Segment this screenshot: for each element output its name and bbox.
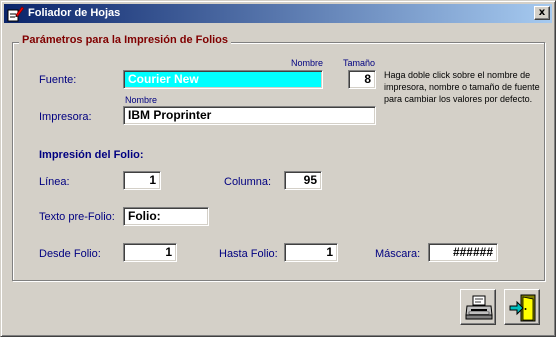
main-window: Foliador de Hojas x Parámetros para la I…	[0, 0, 556, 337]
font-name-field[interactable]: Courier New	[123, 70, 323, 89]
print-section-heading: Impresión del Folio:	[39, 149, 144, 161]
prefix-text-label: Texto pre-Folio:	[39, 211, 115, 223]
to-folio-label: Hasta Folio:	[219, 248, 278, 260]
column-label: Columna:	[224, 176, 272, 188]
exit-button[interactable]	[504, 289, 540, 325]
exit-door-icon	[509, 294, 536, 322]
group-legend: Parámetros para la Impresión de Folios	[19, 34, 232, 46]
font-size-field[interactable]: 8	[348, 70, 376, 89]
printer-icon	[465, 295, 493, 320]
to-folio-field[interactable]: 1	[284, 243, 338, 262]
close-icon: x	[538, 7, 546, 18]
line-field[interactable]: 1	[123, 171, 161, 190]
printer-name-column-label: Nombre	[125, 95, 158, 105]
pencil-document-icon	[7, 6, 24, 22]
font-size-column-label: Tamaño	[343, 58, 376, 68]
help-text: Haga doble click sobre el nombre de impr…	[384, 70, 540, 104]
close-button[interactable]: x	[534, 6, 550, 20]
from-folio-field[interactable]: 1	[123, 243, 177, 262]
printer-field[interactable]: IBM Proprinter	[123, 106, 376, 125]
printer-label: Impresora:	[39, 111, 92, 123]
mask-field[interactable]: ######	[428, 243, 498, 262]
title-bar: Foliador de Hojas x	[4, 4, 552, 23]
font-name-column-label: Nombre	[291, 58, 324, 68]
column-field[interactable]: 95	[284, 171, 322, 190]
font-label: Fuente:	[39, 74, 77, 86]
line-label: Línea:	[39, 176, 70, 188]
mask-label: Máscara:	[375, 248, 421, 260]
prefix-text-field[interactable]: Folio:	[123, 207, 209, 226]
from-folio-label: Desde Folio:	[39, 248, 101, 260]
print-button[interactable]	[460, 289, 496, 325]
window-title: Foliador de Hojas	[28, 7, 121, 19]
